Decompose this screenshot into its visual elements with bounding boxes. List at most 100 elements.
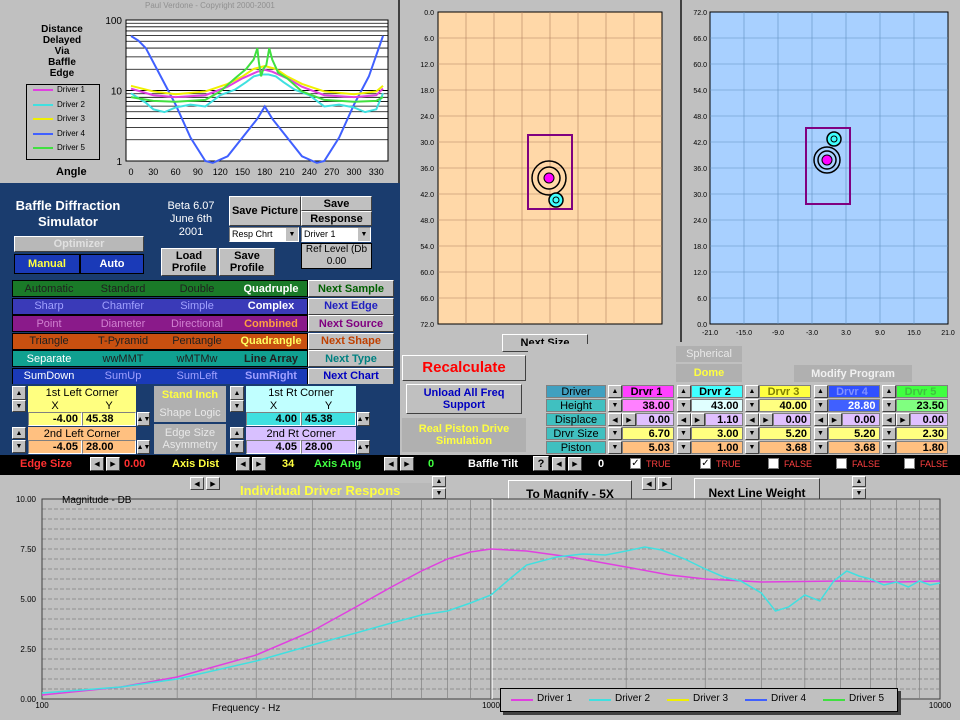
second-left-x-input[interactable]: -4.05 <box>28 440 82 454</box>
right-corner-spin-up[interactable]: ▲ <box>230 386 244 400</box>
driver-spin-arrow[interactable]: ▶ <box>827 413 842 426</box>
option-choice[interactable]: SumRight <box>234 368 308 385</box>
driver-spin-arrow[interactable]: ◀ <box>676 413 691 426</box>
left-corner-spin-up[interactable]: ▲ <box>12 386 26 400</box>
right2-x-arrows[interactable]: ▲▼ <box>357 440 370 454</box>
driver-spin-arrow[interactable]: ▼ <box>813 427 828 440</box>
driver-height-value[interactable]: 40.00 <box>759 399 811 412</box>
toggle-checkbox[interactable] <box>836 458 847 469</box>
option-choice[interactable]: Double <box>160 280 234 297</box>
second-right-y-input[interactable]: 28.00 <box>301 440 356 454</box>
option-choice[interactable]: Line Array <box>234 350 308 367</box>
driver-spin-arrow[interactable]: ▲ <box>608 385 622 398</box>
driver-piston-value[interactable]: 3.68 <box>827 441 880 454</box>
toggle-checkbox[interactable]: ✓ <box>700 458 711 469</box>
chart-left-arrow[interactable]: ◀ <box>190 477 204 490</box>
driver-spin-arrow[interactable]: ▼ <box>676 441 691 454</box>
driver-spin-arrow[interactable]: ▶ <box>690 413 705 426</box>
driver-spin-arrow[interactable]: ▶ <box>896 413 910 426</box>
option-choice[interactable]: Complex <box>234 298 308 315</box>
manual-button[interactable]: Manual <box>14 254 80 274</box>
chart-right-arrow[interactable]: ▶ <box>206 477 220 490</box>
save-button[interactable]: Save <box>301 196 372 211</box>
optimizer-button[interactable]: Optimizer <box>14 236 144 252</box>
resp-chart-select[interactable]: Resp Chrt ▼ <box>229 227 299 242</box>
driver-spin-arrow[interactable]: ▼ <box>608 399 622 412</box>
driver-spin-arrow[interactable]: ▼ <box>608 441 622 454</box>
driver-spin-arrow[interactable]: ▼ <box>882 399 896 412</box>
option-choice[interactable]: Directional <box>160 315 234 332</box>
driver-size-value[interactable]: 3.00 <box>690 427 743 440</box>
response-button[interactable]: Response <box>301 211 372 226</box>
driver-spin-arrow[interactable]: ▼ <box>676 427 691 440</box>
driver-piston-value[interactable]: 1.00 <box>690 441 743 454</box>
option-choice[interactable]: Simple <box>160 298 234 315</box>
modify-program-button[interactable]: Modify Program <box>794 365 912 382</box>
driver-spin-arrow[interactable]: ▲ <box>745 385 759 398</box>
save-picture-button[interactable]: Save Picture <box>229 196 301 226</box>
driver-piston-value[interactable]: 1.80 <box>896 441 948 454</box>
driver-spin-arrow[interactable]: ◀ <box>813 413 828 426</box>
option-choice[interactable]: Quadrangle <box>234 333 308 350</box>
driver-displace-value[interactable]: 0.00 <box>841 413 880 426</box>
driver-height-value[interactable]: 23.50 <box>896 399 948 412</box>
auto-button[interactable]: Auto <box>80 254 144 274</box>
driver-spin-arrow[interactable]: ▼ <box>745 427 759 440</box>
right-corner2-spin-up[interactable]: ▲ <box>230 427 244 439</box>
driver-spin-arrow[interactable]: ▼ <box>813 399 828 412</box>
driver-displace-value[interactable]: 0.00 <box>773 413 811 426</box>
magnify-right-arrow[interactable]: ▶ <box>658 477 672 490</box>
driver-spin-arrow[interactable]: ◀ <box>608 413 622 426</box>
baffle-tilt-left-arrow[interactable]: ◀ <box>552 457 566 471</box>
option-choice[interactable]: Triangle <box>12 333 86 350</box>
toggle-checkbox[interactable] <box>904 458 915 469</box>
title-spin-up[interactable]: ▲ <box>432 476 446 487</box>
option-choice[interactable]: Point <box>12 315 86 332</box>
driver-spin-arrow[interactable]: ▲ <box>676 385 691 398</box>
driver-spin-arrow[interactable]: ▼ <box>813 441 828 454</box>
edge-size-right-arrow[interactable]: ▶ <box>106 457 120 471</box>
driver-displace-value[interactable]: 1.10 <box>704 413 743 426</box>
spherical-button[interactable]: Spherical <box>676 346 742 362</box>
driver-piston-value[interactable]: 5.03 <box>622 441 674 454</box>
next-option-button[interactable]: Next Edge <box>308 297 394 315</box>
edge-size-asymmetry-button[interactable]: Edge Size Asymmetry <box>154 424 226 454</box>
unload-freq-support-button[interactable]: Unload All Freq Support <box>406 384 522 414</box>
left2-x-arrows[interactable]: ▲▼ <box>137 440 150 454</box>
driver-select[interactable]: Driver 1 ▼ <box>301 227 371 242</box>
option-choice[interactable]: wMTMw <box>160 350 234 367</box>
driver-spin-arrow[interactable]: ◀ <box>882 413 896 426</box>
recalculate-button[interactable]: Recalculate <box>402 355 526 381</box>
driver-spin-arrow[interactable]: ▼ <box>745 399 759 412</box>
first-left-y-input[interactable]: 45.38 <box>82 412 136 426</box>
driver-height-value[interactable]: 43.00 <box>690 399 743 412</box>
next-option-button[interactable]: Next Chart <box>308 367 394 385</box>
option-choice[interactable]: Sharp <box>12 298 86 315</box>
option-choice[interactable]: Quadruple <box>234 280 308 297</box>
driver-name-value[interactable]: Drvr 2 <box>690 385 743 398</box>
driver-name-value[interactable]: Drvr 3 <box>759 385 811 398</box>
driver-height-value[interactable]: 28.80 <box>827 399 880 412</box>
first-right-x-input[interactable]: 4.00 <box>246 412 301 426</box>
driver-spin-arrow[interactable]: ◀ <box>745 413 759 426</box>
axis-dist-left-arrow[interactable]: ◀ <box>236 457 250 471</box>
next-option-button[interactable]: Next Sample <box>308 280 394 297</box>
driver-name-value[interactable]: Drvr 4 <box>827 385 880 398</box>
driver-size-value[interactable]: 6.70 <box>622 427 674 440</box>
option-choice[interactable]: Standard <box>86 280 160 297</box>
option-choice[interactable]: Diameter <box>86 315 160 332</box>
driver-size-value[interactable]: 2.30 <box>896 427 948 440</box>
driver-spin-arrow[interactable]: ▼ <box>882 441 896 454</box>
right-corner2-spin-down[interactable]: ▼ <box>230 440 244 453</box>
driver-spin-arrow[interactable]: ▼ <box>676 399 691 412</box>
driver-name-value[interactable]: Drvr 1 <box>622 385 674 398</box>
left-corner2-spin-up[interactable]: ▲ <box>12 427 26 439</box>
dome-button[interactable]: Dome <box>676 364 742 382</box>
load-profile-button[interactable]: Load Profile <box>161 248 217 276</box>
next-option-button[interactable]: Next Type <box>308 350 394 367</box>
option-choice[interactable]: wwMMT <box>86 350 160 367</box>
first-left-x-input[interactable]: -4.00 <box>28 412 82 426</box>
axis-ang-right-arrow[interactable]: ▶ <box>400 457 414 471</box>
option-choice[interactable]: SumDown <box>12 368 86 385</box>
driver-spin-arrow[interactable]: ▼ <box>608 427 622 440</box>
